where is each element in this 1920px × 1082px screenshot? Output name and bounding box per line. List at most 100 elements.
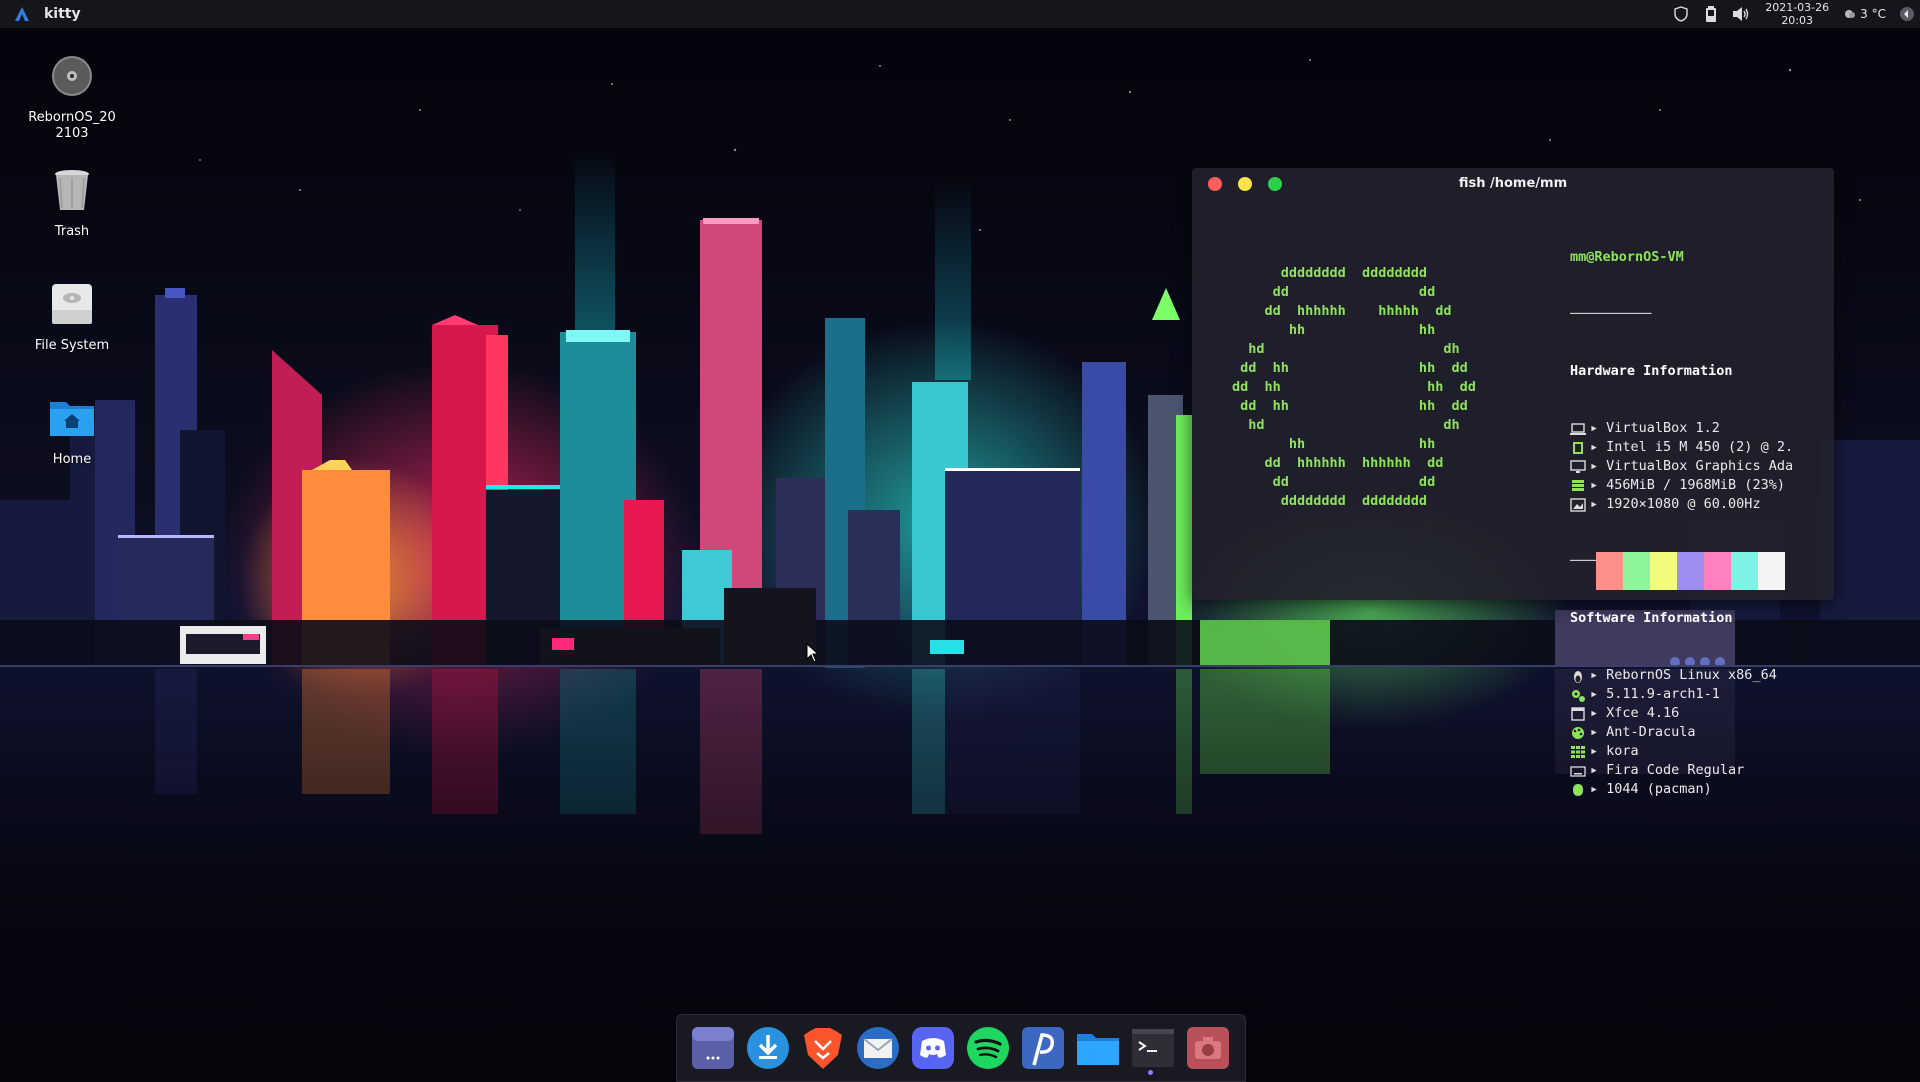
desktop-icon-rebornos-disc[interactable]: RebornOS_20 2103: [22, 52, 122, 142]
info-value: 1044 (pacman): [1606, 781, 1712, 797]
dock-screenshot[interactable]: [1185, 1025, 1231, 1071]
system-tray: 2021-03-26 20:03 3 °C: [1672, 0, 1920, 28]
palette-icon: [1572, 726, 1584, 739]
drive-icon: [52, 284, 92, 324]
distro-ascii-logo: dddddddd dddddddd dd dd dd hhhhhh hhhhh …: [1232, 265, 1476, 509]
row-arrow: ▸: [1590, 458, 1599, 474]
info-row: ▸ 5.11.9-arch1-1: [1570, 685, 1832, 704]
color-swatch: [1758, 552, 1785, 590]
battery-icon[interactable]: [1702, 5, 1720, 23]
weather-cloud-icon: [1845, 10, 1856, 18]
user-host: mm@RebornOS-VM: [1570, 249, 1684, 265]
package-icon: [1573, 783, 1583, 796]
info-row: ▸ Xfce 4.16: [1570, 704, 1832, 723]
info-value: Intel i5 M 450 (2) @ 2.: [1606, 439, 1794, 455]
memory-icon: [1572, 479, 1584, 491]
info-row: ▸ Ant-Dracula: [1570, 723, 1832, 742]
hardware-list: ▸ VirtualBox 1.2 ▸ Intel i5 M 450 (2) @ 2. ▸…: [1570, 419, 1832, 514]
desktop-icon-home[interactable]: Home: [22, 394, 122, 467]
discord-icon: [912, 1027, 954, 1069]
color-swatch: [1704, 552, 1731, 590]
info-row: ▸ VirtualBox Graphics Ada: [1570, 457, 1832, 476]
info-row: ▸ Fira Code Regular: [1570, 761, 1832, 780]
weather-temperature: 3 °C: [1860, 7, 1886, 21]
separator: ──────────: [1570, 306, 1652, 322]
desktop-icon-trash[interactable]: Trash: [22, 166, 122, 239]
software-list: ▸ RebornOS Linux x86_64 ▸ 5.11.9-arch1-1 ▸ Xf…: [1570, 666, 1832, 799]
folder-icon: [1077, 1034, 1119, 1065]
cpu-icon: [1573, 441, 1583, 454]
row-arrow: ▸: [1590, 667, 1599, 683]
info-row: ▸ 1044 (pacman): [1570, 780, 1832, 799]
dock-spotify[interactable]: [965, 1025, 1011, 1071]
clock-date: 2021-03-26: [1765, 1, 1830, 14]
row-arrow: ▸: [1590, 686, 1599, 702]
row-arrow: ▸: [1590, 477, 1599, 493]
dock-brave-browser[interactable]: [800, 1025, 846, 1071]
color-swatch: [1596, 552, 1623, 590]
clock[interactable]: 2021-03-26 20:03: [1762, 1, 1832, 27]
info-value: Fira Code Regular: [1606, 762, 1745, 778]
spotify-icon: [967, 1027, 1009, 1069]
weather-widget[interactable]: 3 °C: [1844, 7, 1886, 21]
mouse-cursor-icon: [806, 643, 820, 663]
mail-icon: [857, 1027, 899, 1069]
info-value: 1920×1080 @ 60.00Hz: [1606, 496, 1761, 512]
info-row: ▸ VirtualBox 1.2: [1570, 419, 1832, 438]
power-icon[interactable]: [1898, 5, 1916, 23]
desktop-icon-label: RebornOS_20 2103: [28, 110, 116, 141]
shield-icon[interactable]: [1672, 5, 1690, 23]
volume-icon[interactable]: [1732, 5, 1750, 23]
dock-app-grid[interactable]: [690, 1025, 736, 1071]
color-swatch: [1731, 552, 1758, 590]
info-row: ▸ RebornOS Linux x86_64: [1570, 666, 1832, 685]
row-arrow: ▸: [1590, 762, 1599, 778]
row-arrow: ▸: [1590, 439, 1599, 455]
home-folder-icon: [50, 402, 94, 436]
whisker-menu-icon[interactable]: [14, 6, 30, 22]
desktop-icon-file-system[interactable]: File System: [22, 280, 122, 353]
color-swatch: [1677, 552, 1704, 590]
keyboard-icon: [1570, 765, 1586, 777]
download-icon: [747, 1027, 789, 1069]
optical-disc-icon: [52, 56, 92, 96]
info-row: ▸ 1920×1080 @ 60.00Hz: [1570, 495, 1832, 514]
software-header: Software Information: [1570, 610, 1733, 626]
laptop-icon: [1570, 422, 1586, 435]
dock: [676, 1014, 1246, 1082]
trash-icon: [55, 170, 89, 210]
kitty-terminal-window[interactable]: fish /home/mm dddddddd dddddddd dd dd dd…: [1192, 168, 1834, 797]
top-panel: kitty 2021-03-26 20:03 3 °C: [0, 0, 1920, 28]
monitor-icon: [1570, 459, 1586, 473]
desktop-icon-label: Home: [52, 452, 92, 467]
dock-terminal[interactable]: [1130, 1025, 1176, 1071]
row-arrow: ▸: [1590, 724, 1599, 740]
dock-mail-client[interactable]: [855, 1025, 901, 1071]
dock-file-manager[interactable]: [1075, 1025, 1121, 1071]
desktop-icon-label: File System: [34, 338, 110, 353]
tux-icon: [1574, 670, 1582, 683]
info-value: 5.11.9-arch1-1: [1606, 686, 1720, 702]
grid-icon: [1571, 745, 1585, 758]
info-value: kora: [1606, 743, 1639, 759]
system-info-panel: mm@RebornOS-VM ────────── Hardware Infor…: [1570, 210, 1832, 837]
dock-pling-store[interactable]: [1020, 1025, 1066, 1071]
clock-time: 20:03: [1781, 14, 1814, 27]
info-value: 456MiB / 1968MiB (23%): [1606, 477, 1785, 493]
dock-downloader[interactable]: [745, 1025, 791, 1071]
info-row: ▸ 456MiB / 1968MiB (23%): [1570, 476, 1832, 495]
row-arrow: ▸: [1590, 705, 1599, 721]
pling-store-icon: [1022, 1027, 1064, 1069]
row-arrow: ▸: [1590, 743, 1599, 759]
info-value: Ant-Dracula: [1606, 724, 1696, 740]
info-row: ▸ kora: [1570, 742, 1832, 761]
desktop-icon-label: Trash: [54, 224, 90, 239]
brave-lion-icon: [804, 1028, 842, 1069]
hardware-header: Hardware Information: [1570, 363, 1733, 379]
camera-icon: [1187, 1027, 1229, 1069]
info-value: VirtualBox 1.2: [1606, 420, 1720, 436]
dock-discord[interactable]: [910, 1025, 956, 1071]
window-title: fish /home/mm: [1458, 176, 1568, 191]
info-value: VirtualBox Graphics Ada: [1606, 458, 1794, 474]
window-titlebar[interactable]: fish /home/mm: [1192, 168, 1834, 200]
